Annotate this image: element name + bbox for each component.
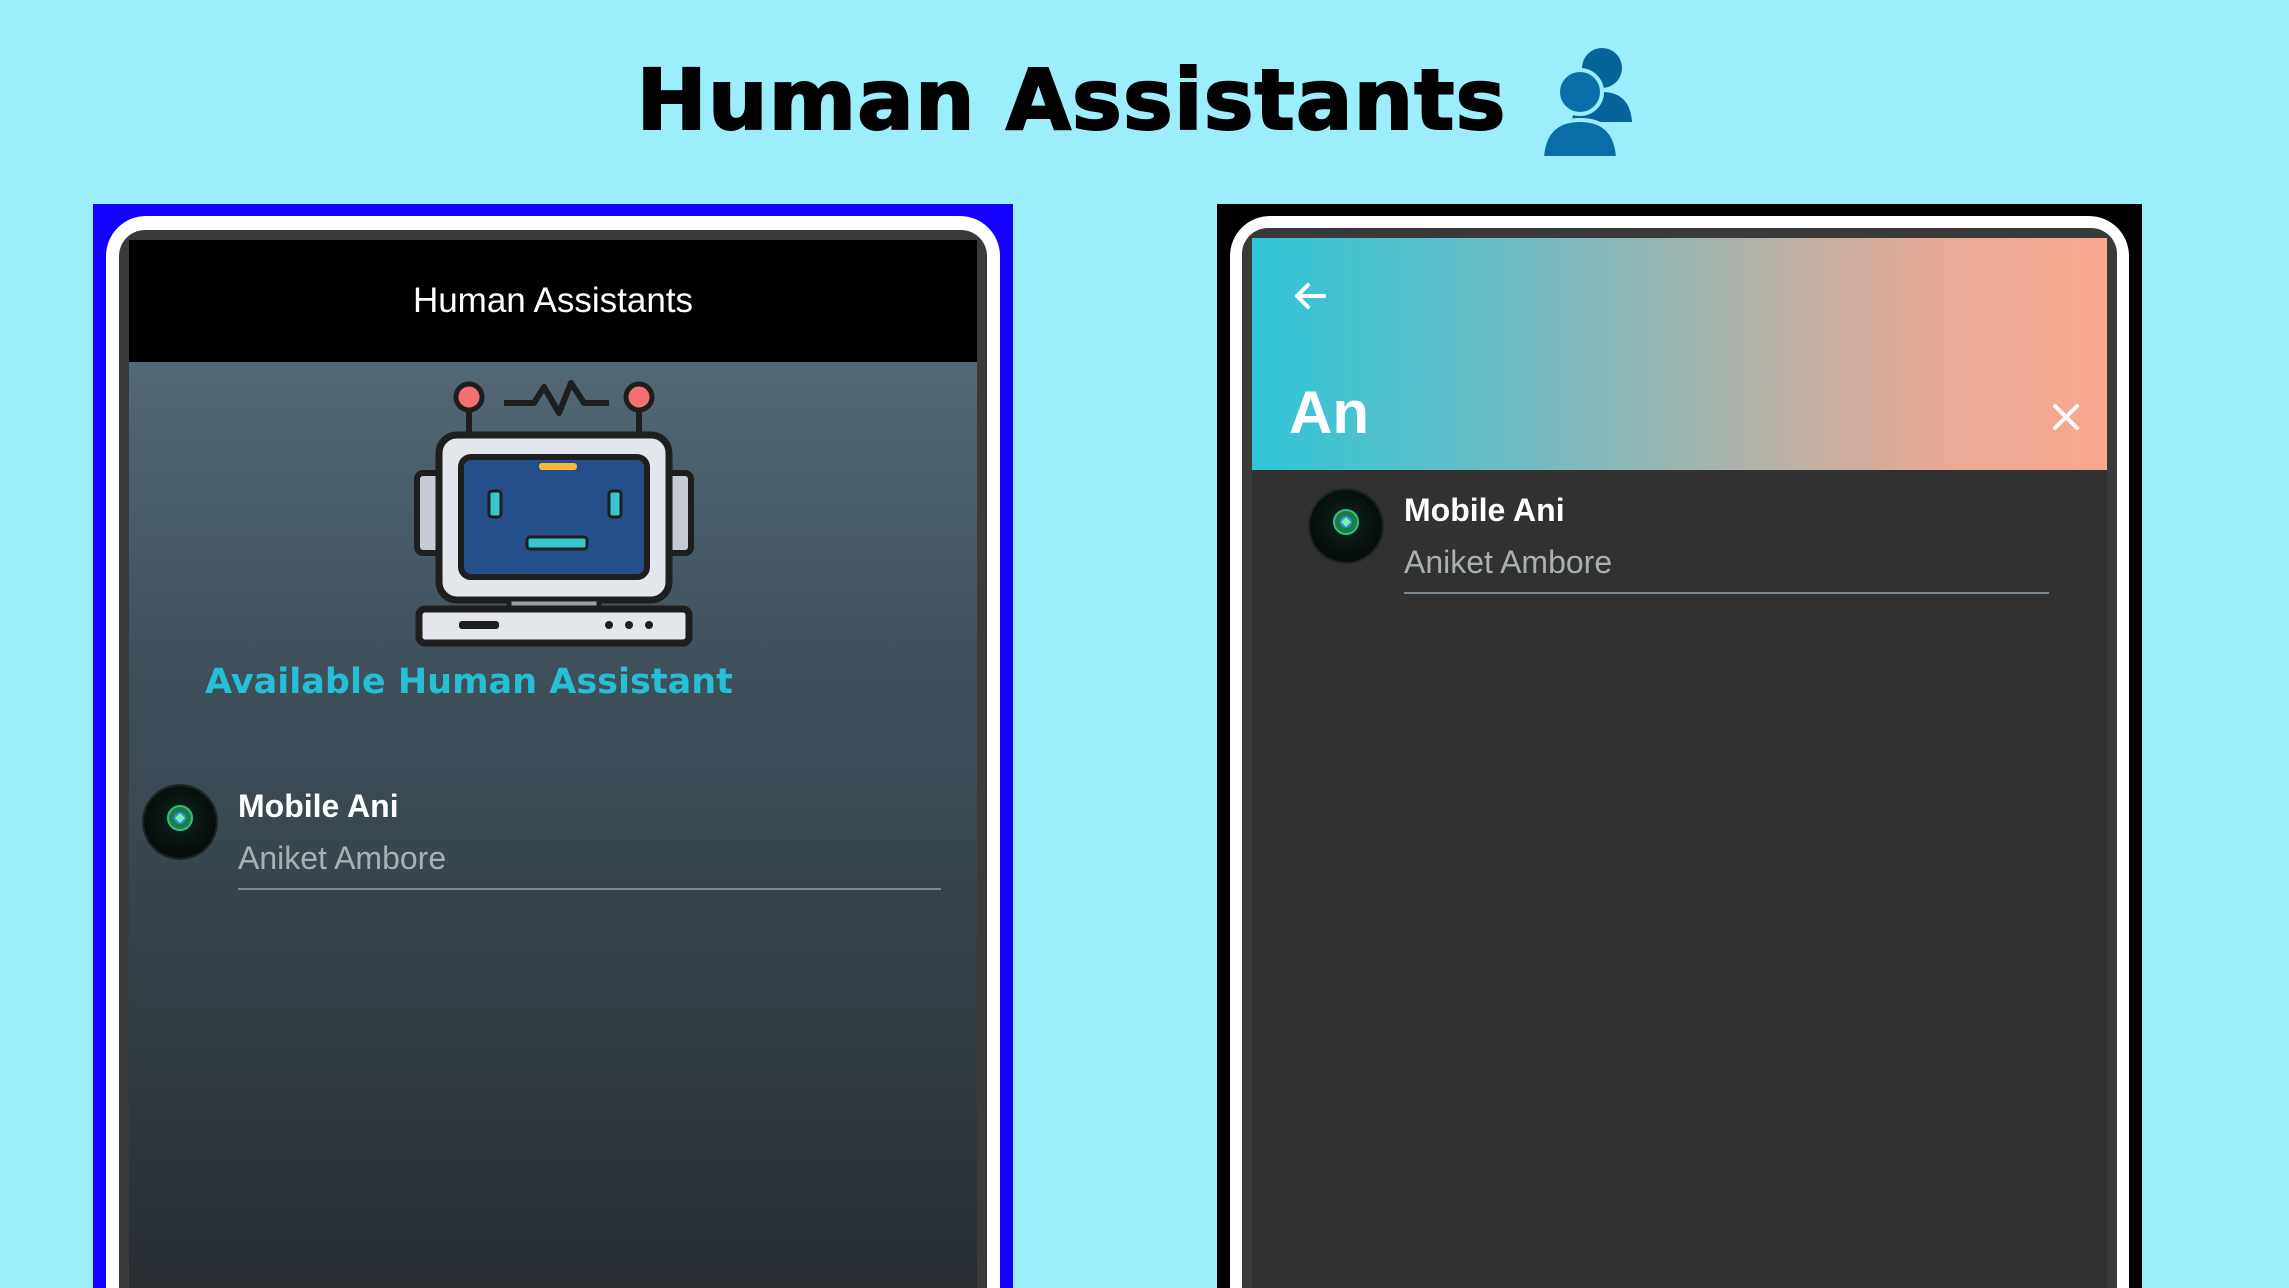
- assistant-name: Mobile Ani: [238, 788, 399, 824]
- right-phone-screen: An Mobile Ani Aniket Ambore: [1252, 238, 2107, 1288]
- assistant-text: Mobile Ani Aniket Ambore: [238, 786, 941, 890]
- assistant-subtitle: Aniket Ambore: [1404, 544, 1613, 580]
- users-icon: [1540, 48, 1633, 160]
- assistant-list-item[interactable]: Mobile Ani Aniket Ambore: [144, 786, 941, 890]
- page-title: Human Assistants: [0, 40, 2289, 160]
- left-phone-bezel: Human Assistants Available Human Assista…: [106, 216, 1000, 1288]
- avatar-logo-icon: [1333, 508, 1359, 535]
- right-phone-bezel: An Mobile Ani Aniket Ambore: [1230, 216, 2129, 1288]
- assistant-subtitle: Aniket Ambore: [238, 840, 447, 876]
- app-header-title: Human Assistants: [412, 281, 694, 320]
- assistant-text: Mobile Ani Aniket Ambore: [1404, 490, 2049, 594]
- page-title-text: Human Assistants: [636, 50, 1507, 150]
- arrow-left-icon[interactable]: [1290, 276, 1330, 316]
- section-heading: Available Human Assistant: [205, 662, 733, 702]
- left-phone-frame: Human Assistants Available Human Assista…: [93, 204, 1013, 1288]
- search-result-item[interactable]: Mobile Ani Aniket Ambore: [1310, 490, 2049, 594]
- search-header: An: [1252, 238, 2107, 470]
- right-phone-inner: An Mobile Ani Aniket Ambore: [1242, 228, 2117, 1288]
- robot-illustration: [414, 380, 694, 647]
- left-phone-inner: Human Assistants Available Human Assista…: [119, 230, 987, 1288]
- left-phone-screen: Human Assistants Available Human Assista…: [129, 240, 977, 1288]
- right-phone-frame: An Mobile Ani Aniket Ambore: [1217, 204, 2142, 1288]
- avatar-logo-icon: [167, 804, 193, 831]
- app-header: Human Assistants: [129, 240, 977, 362]
- row-divider: [1404, 592, 2049, 594]
- avatar: [144, 786, 216, 858]
- row-divider: [238, 888, 941, 890]
- close-icon[interactable]: [2049, 400, 2083, 434]
- assistant-name: Mobile Ani: [1404, 492, 1565, 528]
- avatar: [1310, 490, 1382, 562]
- search-input[interactable]: An: [1289, 378, 1369, 447]
